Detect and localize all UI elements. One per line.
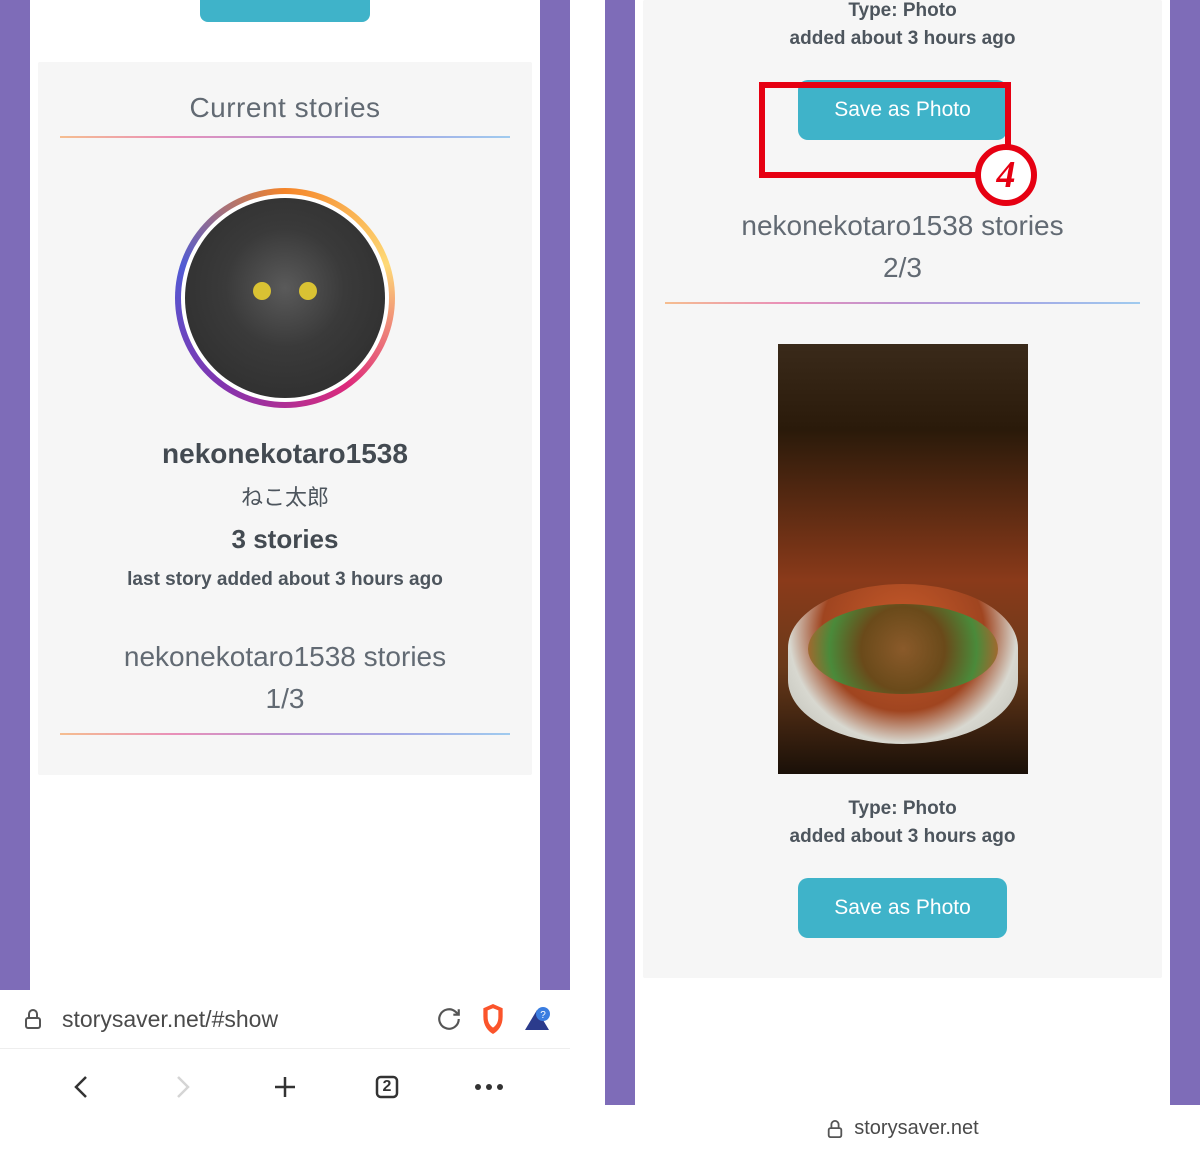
extension-icon[interactable]: ? xyxy=(522,1004,552,1034)
story-added: added about 3 hours ago xyxy=(665,28,1140,50)
browser-chrome: storysaver.net/#show ? 2 xyxy=(0,990,570,1129)
phone-left: Current stories nekonekotaro1538 ねこ太郎 3 … xyxy=(0,0,570,1153)
url-bar[interactable]: storysaver.net/#show ? xyxy=(0,990,570,1049)
browser-nav: 2 xyxy=(0,1049,570,1129)
content-area: Current stories nekonekotaro1538 ねこ太郎 3 … xyxy=(30,0,540,990)
story-type: Type: Photo xyxy=(665,798,1140,820)
brave-shield-icon[interactable] xyxy=(478,1004,508,1034)
section-title: Current stories xyxy=(60,92,510,124)
content-area: Type: Photo added about 3 hours ago Save… xyxy=(635,0,1170,1105)
url-text: storysaver.net/#show xyxy=(62,1006,420,1033)
browser-chrome[interactable]: storysaver.net xyxy=(605,1105,1200,1152)
display-name: ねこ太郎 xyxy=(60,480,510,512)
save-as-photo-button[interactable]: Save as Photo xyxy=(798,80,1007,140)
lock-icon xyxy=(826,1119,844,1139)
save-as-photo-button[interactable]: Save as Photo xyxy=(798,878,1007,938)
new-tab-icon[interactable] xyxy=(267,1069,303,1105)
stories-counter: 1/3 xyxy=(60,683,510,715)
top-button-stub[interactable] xyxy=(200,0,370,22)
stories-heading: nekonekotaro1538 stories xyxy=(665,210,1140,242)
tab-count: 2 xyxy=(383,1078,392,1096)
app-frame: Type: Photo added about 3 hours ago Save… xyxy=(605,0,1200,1105)
story-added: added about 3 hours ago xyxy=(665,826,1140,848)
annotation-step-number: 4 xyxy=(975,144,1037,206)
avatar-image xyxy=(185,198,385,398)
story-photo[interactable] xyxy=(778,344,1028,774)
back-icon[interactable] xyxy=(63,1069,99,1105)
phone-right: Type: Photo added about 3 hours ago Save… xyxy=(605,0,1200,1153)
gradient-underline xyxy=(60,136,510,138)
story-type: Type: Photo xyxy=(665,0,1140,22)
stories-counter: 2/3 xyxy=(665,252,1140,284)
svg-text:?: ? xyxy=(540,1010,546,1021)
avatar-inner xyxy=(181,194,389,402)
last-story-time: last story added about 3 hours ago xyxy=(60,569,510,591)
username: nekonekotaro1538 xyxy=(60,438,510,470)
tabs-icon[interactable]: 2 xyxy=(369,1069,405,1105)
forward-icon[interactable] xyxy=(165,1069,201,1105)
stories-heading: nekonekotaro1538 stories xyxy=(60,641,510,673)
menu-dots-icon[interactable] xyxy=(471,1069,507,1105)
story-card-1: Type: Photo added about 3 hours ago Save… xyxy=(643,0,1162,978)
current-stories-card: Current stories nekonekotaro1538 ねこ太郎 3 … xyxy=(38,62,532,775)
story-count: 3 stories xyxy=(60,524,510,555)
gradient-underline xyxy=(665,302,1140,304)
url-text: storysaver.net xyxy=(854,1117,979,1140)
avatar-story-ring[interactable] xyxy=(175,188,395,408)
lock-icon xyxy=(18,1004,48,1034)
reload-icon[interactable] xyxy=(434,1004,464,1034)
gradient-underline xyxy=(60,733,510,735)
app-frame: Current stories nekonekotaro1538 ねこ太郎 3 … xyxy=(0,0,570,990)
